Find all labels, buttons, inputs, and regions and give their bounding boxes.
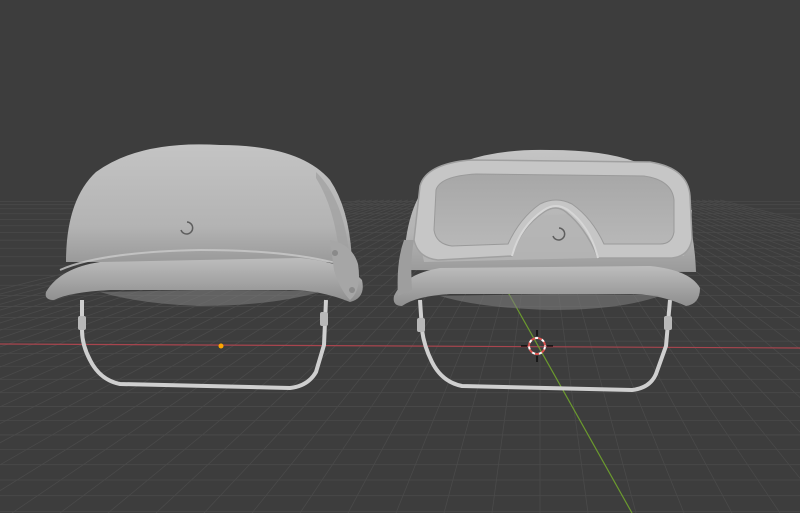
strap-buckle	[320, 312, 328, 326]
helmet-underside	[440, 294, 660, 310]
side-mount-screw	[349, 287, 355, 293]
strap-buckle	[664, 316, 672, 330]
grid-line	[677, 199, 800, 240]
3d-cursor-icon[interactable]	[521, 330, 553, 362]
strap-buckle	[417, 318, 425, 332]
3d-viewport[interactable]	[0, 0, 800, 513]
helmet-shell	[66, 144, 352, 262]
side-mount-screw	[332, 250, 338, 256]
strap-buckle	[78, 316, 86, 330]
grid-line	[719, 199, 800, 221]
object-origin-dot	[218, 343, 224, 349]
y-axis-line	[504, 286, 633, 513]
helmet-underside	[100, 290, 320, 306]
helmet-with-goggles-object[interactable]	[393, 149, 700, 392]
x-axis-line	[0, 343, 800, 349]
